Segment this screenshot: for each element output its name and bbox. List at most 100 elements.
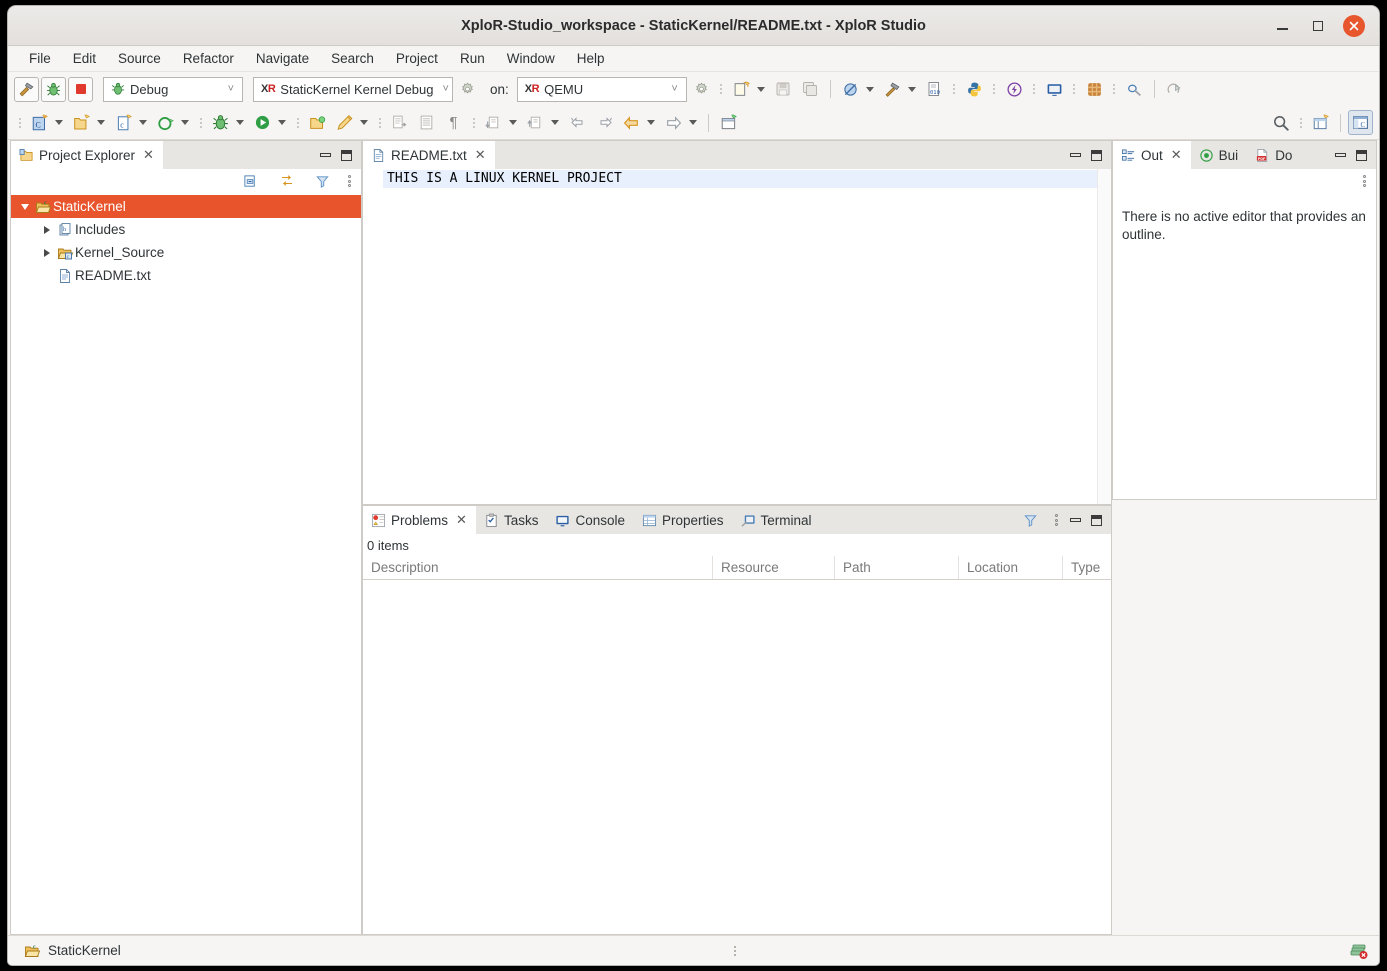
tab-tasks[interactable]: Tasks bbox=[476, 506, 548, 534]
tab-project-explorer[interactable]: Project Explorer ✕ bbox=[11, 141, 163, 169]
maximize-problems-button[interactable] bbox=[1091, 514, 1102, 526]
toolbar-drag-handle[interactable] bbox=[1111, 79, 1118, 99]
editor-code[interactable]: THIS IS A LINUX KERNEL PROJECT bbox=[383, 169, 1111, 504]
terminal-button[interactable] bbox=[1042, 77, 1067, 102]
tab-build-targets[interactable]: Bui bbox=[1191, 141, 1248, 169]
run-dropdown[interactable] bbox=[278, 120, 286, 125]
minimize-window-button[interactable] bbox=[1271, 15, 1293, 37]
perspective-c-button[interactable]: C bbox=[1348, 110, 1373, 135]
launch-mode-combo[interactable]: Debug ˅ bbox=[103, 76, 243, 102]
save-button[interactable] bbox=[771, 77, 796, 102]
project-tree[interactable]: c StaticKernel h Includes c Kernel_Sourc… bbox=[11, 194, 361, 934]
new-c-file-button[interactable]: c bbox=[111, 110, 136, 135]
toolbar-drag-handle[interactable] bbox=[1071, 79, 1078, 99]
editor-gutter[interactable] bbox=[363, 169, 383, 504]
toolbar-drag-handle[interactable] bbox=[376, 113, 383, 133]
tab-terminal[interactable]: Terminal bbox=[733, 506, 821, 534]
menu-project[interactable]: Project bbox=[385, 48, 449, 69]
new-c-file-dropdown[interactable] bbox=[139, 120, 147, 125]
twisty-expanded[interactable] bbox=[17, 203, 33, 210]
menu-help[interactable]: Help bbox=[566, 48, 616, 69]
collapse-all-button[interactable] bbox=[238, 169, 263, 194]
tab-properties[interactable]: Properties bbox=[634, 506, 733, 534]
menu-run[interactable]: Run bbox=[449, 48, 496, 69]
menu-file[interactable]: File bbox=[18, 48, 62, 69]
column-header-path[interactable]: Path bbox=[835, 556, 959, 579]
next-annotation-dropdown[interactable] bbox=[509, 120, 517, 125]
debug-launch-button[interactable] bbox=[208, 110, 233, 135]
search-button[interactable] bbox=[1268, 110, 1293, 135]
tab-problems-close[interactable]: ✕ bbox=[456, 512, 467, 528]
toggle-block-selection-button[interactable] bbox=[387, 110, 412, 135]
tree-item-includes[interactable]: h Includes bbox=[11, 218, 361, 241]
tab-console[interactable]: Console bbox=[547, 506, 634, 534]
toolbar-drag-handle[interactable] bbox=[718, 79, 725, 99]
save-all-button[interactable] bbox=[798, 77, 823, 102]
new-window-button[interactable] bbox=[1308, 110, 1333, 135]
build-button[interactable] bbox=[14, 76, 39, 102]
link-with-editor-button[interactable] bbox=[274, 169, 299, 194]
pilcrow-button[interactable]: ¶ bbox=[441, 110, 466, 135]
launch-config-combo[interactable]: XR StaticKernel Kernel Debug ˅ bbox=[253, 76, 453, 102]
marker-button[interactable] bbox=[332, 110, 357, 135]
editor-vertical-scrollbar[interactable] bbox=[1097, 169, 1111, 504]
new-c-project-button[interactable]: C bbox=[27, 110, 52, 135]
toolbar-drag-handle[interactable] bbox=[294, 113, 301, 133]
prev-annotation-button[interactable] bbox=[523, 110, 548, 135]
twisty-collapsed[interactable] bbox=[39, 248, 55, 257]
maximize-editor-button[interactable] bbox=[1091, 149, 1102, 161]
tree-item-statickernel[interactable]: c StaticKernel bbox=[11, 195, 361, 218]
column-header-location[interactable]: Location bbox=[959, 556, 1063, 579]
back-nav-dropdown[interactable] bbox=[647, 120, 655, 125]
new-file-button[interactable] bbox=[729, 77, 754, 102]
menu-edit[interactable]: Edit bbox=[62, 48, 107, 69]
minimize-outline-button[interactable] bbox=[1335, 153, 1346, 157]
new-class-button[interactable] bbox=[153, 110, 178, 135]
skip-breakpoints-dropdown[interactable] bbox=[865, 86, 874, 92]
launch-target-settings-button[interactable] bbox=[689, 77, 714, 102]
tab-readme[interactable]: README.txt ✕ bbox=[363, 141, 495, 169]
status-no-connection-icon[interactable] bbox=[1349, 942, 1369, 960]
tree-item-readme[interactable]: README.txt bbox=[11, 264, 361, 287]
forward-nav-button[interactable] bbox=[661, 110, 686, 135]
minimize-editor-button[interactable] bbox=[1070, 153, 1081, 157]
tab-project-explorer-close[interactable]: ✕ bbox=[143, 147, 154, 163]
binary-file-button[interactable]: 010 bbox=[922, 77, 947, 102]
forward-nav-dropdown[interactable] bbox=[689, 120, 697, 125]
problems-table-body[interactable] bbox=[363, 580, 1111, 934]
prev-annotation-dropdown[interactable] bbox=[551, 120, 559, 125]
new-folder-button[interactable] bbox=[69, 110, 94, 135]
tab-documentation[interactable]: PDF Do bbox=[1247, 141, 1301, 169]
toolbar-drag-handle[interactable] bbox=[16, 113, 23, 133]
toolbar-drag-handle[interactable] bbox=[991, 79, 998, 99]
open-resource-button[interactable] bbox=[305, 110, 330, 135]
tab-problems[interactable]: Problems ✕ bbox=[363, 506, 476, 534]
python-button[interactable] bbox=[962, 77, 987, 102]
tab-outline-close[interactable]: ✕ bbox=[1171, 147, 1182, 163]
toolbar-drag-handle[interactable] bbox=[1297, 113, 1304, 133]
forward-history-button[interactable] bbox=[592, 110, 617, 135]
toolbar-drag-handle[interactable] bbox=[197, 113, 204, 133]
view-menu-button[interactable] bbox=[346, 172, 353, 190]
show-whitespace-button[interactable] bbox=[414, 110, 439, 135]
column-header-type[interactable]: Type bbox=[1063, 556, 1111, 579]
skip-breakpoints-button[interactable] bbox=[838, 77, 863, 102]
problems-filter-button[interactable] bbox=[1018, 508, 1043, 533]
toolbar-drag-handle[interactable] bbox=[951, 79, 958, 99]
problems-view-menu-button[interactable] bbox=[1053, 511, 1060, 529]
maximize-outline-button[interactable] bbox=[1356, 149, 1367, 161]
menu-source[interactable]: Source bbox=[107, 48, 172, 69]
new-c-project-dropdown[interactable] bbox=[55, 120, 63, 125]
marker-dropdown[interactable] bbox=[360, 120, 368, 125]
toolbar-drag-handle[interactable] bbox=[1031, 79, 1038, 99]
tree-item-kernel-source[interactable]: c Kernel_Source bbox=[11, 241, 361, 264]
back-nav-button[interactable] bbox=[619, 110, 644, 135]
flash-button[interactable] bbox=[1002, 77, 1027, 102]
minimize-problems-button[interactable] bbox=[1070, 518, 1081, 522]
menu-search[interactable]: Search bbox=[320, 48, 385, 69]
menu-navigate[interactable]: Navigate bbox=[245, 48, 320, 69]
toolbar-drag-handle[interactable] bbox=[470, 113, 477, 133]
run-button[interactable] bbox=[250, 110, 275, 135]
waffle-button[interactable] bbox=[1082, 77, 1107, 102]
debug-button[interactable] bbox=[41, 76, 66, 102]
